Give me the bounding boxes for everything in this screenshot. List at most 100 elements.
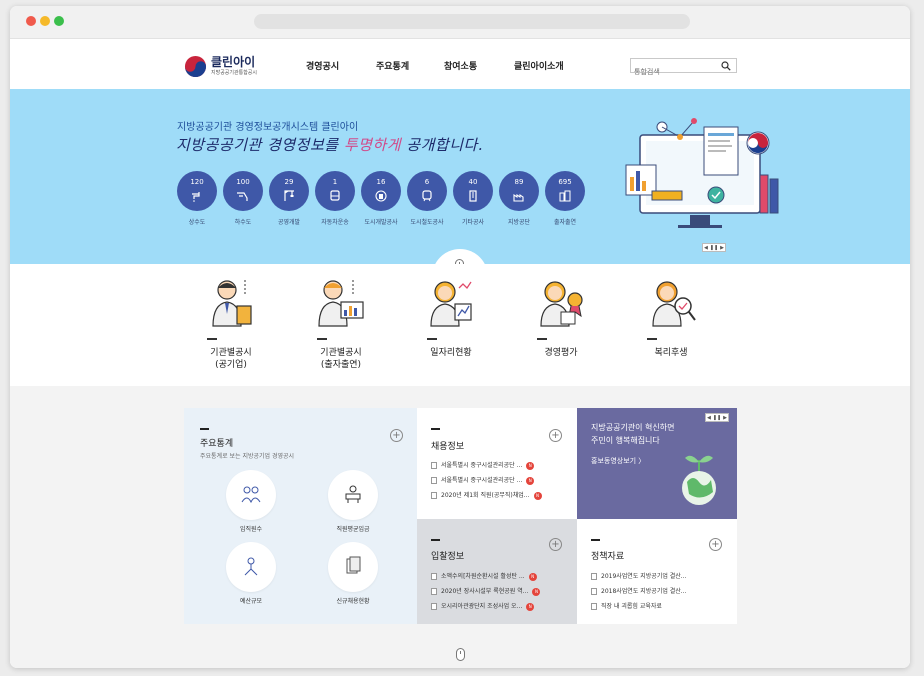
list-item[interactable]: 소액수의[차원순환시설 활성탄 ... N (431, 569, 540, 584)
list-item[interactable]: 직장 내 괴롭힘 교육자료 (591, 599, 687, 614)
list-item[interactable]: 2018사업연도 지방공기업 결산... (591, 584, 687, 599)
list-item[interactable]: 2019사업연도 지방공기업 결산... (591, 569, 687, 584)
taegeuk-logo-icon (184, 55, 207, 78)
stat-investment-institutions[interactable]: 695 출자출연 (545, 171, 585, 226)
logo-subtitle: 지방공공기관통합공시 (211, 70, 258, 76)
factory-icon (513, 193, 524, 202)
quick-menu-welfare[interactable]: 복리후생 (636, 276, 706, 359)
policy-panel: 정책자료 + 2019사업연도 지방공기업 결산... 2018사업연도 지방공… (577, 519, 737, 624)
quick-menu-investment[interactable]: 기관별공시 (출자출연) (306, 276, 376, 371)
bus-icon (330, 190, 340, 201)
label-line1: 복리후생 (654, 348, 688, 358)
nav-management-disclosure[interactable]: 경영공시 (306, 59, 339, 72)
more-plus-button[interactable]: + (390, 429, 403, 442)
stat-circle: 120 (177, 171, 217, 211)
promo-pause-button[interactable]: ❚❚ (713, 415, 721, 421)
stat-count: 89 (514, 178, 524, 186)
new-hires-stat-button[interactable] (328, 542, 378, 592)
list-item[interactable]: 서울특별시 중구시설관리공단 ... N (431, 458, 542, 473)
quick-menu-label: 기관별공시 (공기업) (196, 347, 266, 371)
stat-urban-railway[interactable]: 6 도시철도공사 (407, 171, 447, 226)
panel-bar (591, 539, 600, 541)
item-text: 오시리아관광단지 조성사업 오... (441, 603, 523, 610)
address-bar[interactable] (254, 14, 690, 29)
document-icon (431, 477, 437, 484)
maximize-window-button[interactable] (54, 16, 64, 26)
slider-prev-button[interactable]: ◀ (704, 245, 708, 251)
minimize-window-button[interactable] (40, 16, 50, 26)
close-window-button[interactable] (26, 16, 36, 26)
stat-public-development[interactable]: 29 공영개발 (269, 171, 309, 226)
quick-menu-jobs[interactable]: 일자리현황 (416, 276, 486, 359)
stat-label: 신규채용현황 (336, 598, 370, 605)
more-plus-button[interactable]: + (549, 429, 562, 442)
stat-local-corporations[interactable]: 89 지방공단 (499, 171, 539, 226)
site-logo[interactable]: 클린아이 지방공공기관통합공시 (184, 53, 264, 81)
document-icon (431, 492, 437, 499)
stat-auto-transport[interactable]: 1 자동차운송 (315, 171, 355, 226)
person-network-icon (244, 557, 258, 576)
budget-stat-button[interactable] (226, 542, 276, 592)
jobs-list: 서울특별시 중구시설관리공단 ... N 서울특별시 중구시설관리공단 ... N … (431, 458, 542, 503)
promo-video-link[interactable]: 홍보동영상보기 〉 (591, 456, 645, 466)
bid-list: 소액수의[차원순환시설 활성탄 ... N 2020년 장사시설부 록현공원 역.… (431, 569, 541, 614)
stat-count: 40 (468, 178, 478, 186)
slider-pause-button[interactable]: ❚❚ (710, 245, 718, 251)
list-item[interactable]: 2020년 제1회 직원(공무직)채업... N (431, 488, 542, 503)
hero-slider-controls: ◀ ❚❚ ▶ (702, 243, 726, 252)
stat-circle: 89 (499, 171, 539, 211)
item-text: 2018사업연도 지방공기업 결산... (601, 588, 687, 595)
list-item[interactable]: 2020년 장사시설부 록현공원 역... N (431, 584, 541, 599)
more-plus-button[interactable]: + (549, 538, 562, 551)
quick-menu: 기관별공시 (공기업) 기관별공시 (출자출연) 일자리현황 경영평가 복리후생 (10, 264, 910, 386)
stat-count: 100 (236, 178, 250, 186)
more-plus-button[interactable]: + (709, 538, 722, 551)
promo-prev-button[interactable]: ◀ (707, 415, 711, 421)
search-box (630, 58, 737, 79)
document-icon (431, 462, 437, 469)
panel-bar (431, 428, 440, 430)
stat-circle: 16 (361, 171, 401, 211)
faucet-icon (192, 192, 200, 202)
avg-salary-stat-button[interactable] (328, 470, 378, 520)
quick-menu-evaluation[interactable]: 경영평가 (526, 276, 596, 359)
document-stack-icon (346, 556, 361, 574)
new-badge: N (526, 602, 535, 611)
item-text: 2020년 장사시설부 록현공원 역... (441, 588, 529, 595)
item-text: 소액수의[차원순환시설 활성탄 ... (441, 573, 525, 580)
stat-circle: 29 (269, 171, 309, 211)
item-text: 직장 내 괴롭힘 교육자료 (601, 603, 662, 610)
nav-about-cleaneye[interactable]: 클린아이소개 (514, 59, 564, 72)
policy-list: 2019사업연도 지방공기업 결산... 2018사업연도 지방공기업 결산..… (591, 569, 687, 614)
label-line1: 경영평가 (544, 348, 578, 358)
quick-menu-bar (317, 338, 327, 340)
stat-urban-development[interactable]: 16 도시개발공사 (361, 171, 401, 226)
stat-sewerage[interactable]: 100 하수도 (223, 171, 263, 226)
slider-next-button[interactable]: ▶ (720, 245, 724, 251)
city-icon (375, 190, 387, 202)
nav-key-statistics[interactable]: 주요통계 (376, 59, 409, 72)
search-icon[interactable] (721, 61, 731, 71)
label-line2: (공기업) (215, 360, 247, 370)
stat-label: 직원평균임금 (336, 526, 370, 533)
list-item[interactable]: 오시리아관광단지 조성사업 오... N (431, 599, 540, 614)
stat-label: 임직원수 (239, 526, 263, 533)
quick-menu-label: 경영평가 (526, 347, 596, 359)
stat-label: 출자출연 (553, 219, 577, 226)
panel-title: 주요통계 (200, 439, 234, 449)
employees-stat-button[interactable] (226, 470, 276, 520)
quick-menu-public-enterprise[interactable]: 기관별공시 (공기업) (196, 276, 266, 371)
stat-count: 29 (284, 178, 294, 186)
panel-title: 채용정보 (431, 442, 465, 452)
promo-next-button[interactable]: ▶ (723, 415, 727, 421)
search-input[interactable] (631, 65, 715, 79)
stat-other-corporations[interactable]: 40 기타공사 (453, 171, 493, 226)
quick-menu-bar (537, 338, 547, 340)
nav-participation[interactable]: 참여소통 (444, 59, 477, 72)
list-item[interactable]: 서울특별시 중구시설관리공단 ... N (431, 473, 542, 488)
logo-title: 클린아이 (211, 55, 256, 69)
new-badge: N (528, 572, 537, 581)
stat-water-supply[interactable]: 120 상수도 (177, 171, 217, 226)
quick-menu-bar (427, 338, 437, 340)
scroll-mouse-icon-bottom[interactable] (456, 648, 465, 661)
